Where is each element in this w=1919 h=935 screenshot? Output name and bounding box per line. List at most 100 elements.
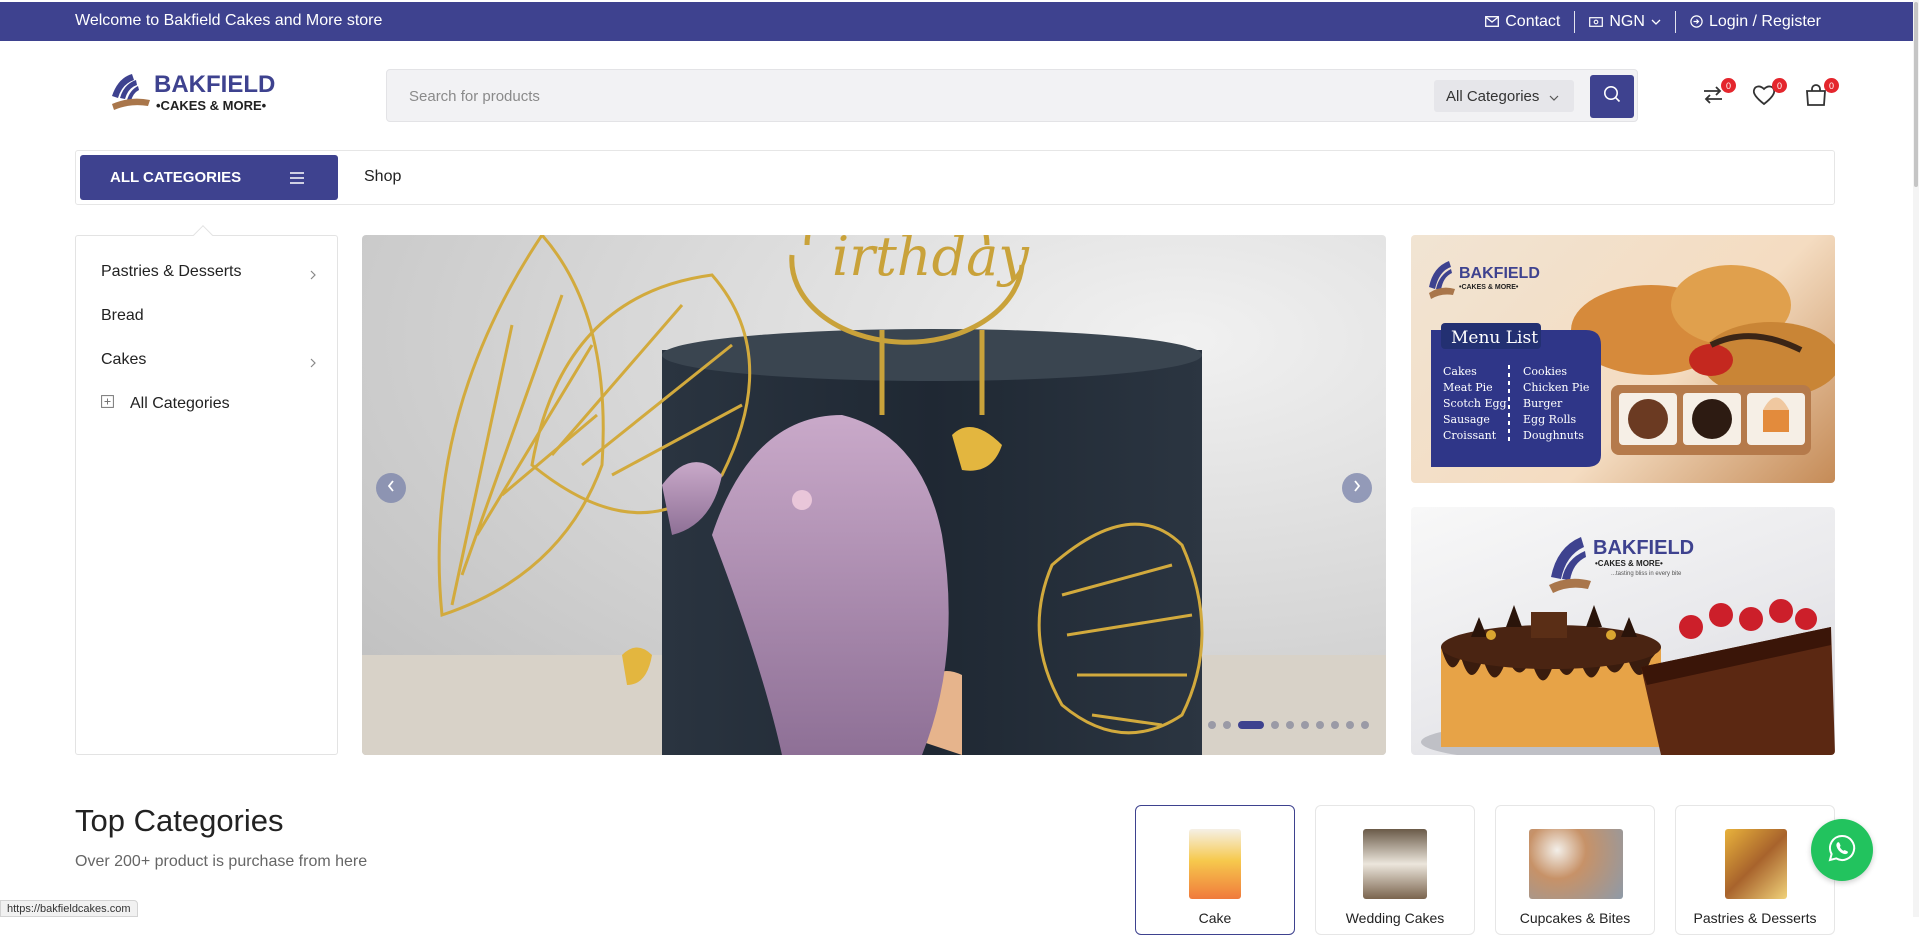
cart-count-badge: 0: [1824, 78, 1839, 93]
chevron-right-icon: [310, 267, 316, 285]
login-register-link[interactable]: Login / Register: [1676, 13, 1835, 31]
sidebar-item-cakes[interactable]: Cakes: [101, 351, 316, 369]
nav-link-shop[interactable]: Shop: [364, 168, 401, 186]
svg-text:•CAKES & MORE•: •CAKES & MORE•: [156, 98, 267, 113]
slider-dot[interactable]: [1361, 721, 1369, 729]
svg-text:Menu List: Menu List: [1451, 328, 1538, 348]
compare-count-badge: 0: [1721, 78, 1736, 93]
sidebar-item-label: Bread: [101, 307, 144, 324]
sidebar-item-pastries-desserts[interactable]: Pastries & Desserts: [101, 263, 316, 281]
category-dropdown-label: All Categories: [1446, 87, 1540, 105]
category-card-label: Cake: [1198, 910, 1232, 926]
heart-icon: [1751, 85, 1777, 112]
svg-text:Doughnuts: Doughnuts: [1523, 429, 1584, 442]
wishlist-button[interactable]: 0: [1751, 78, 1787, 112]
status-bar-url: https://bakfieldcakes.com: [0, 900, 138, 917]
category-card-pastries-desserts[interactable]: Pastries & Desserts: [1675, 805, 1835, 935]
category-thumbnail: [1725, 829, 1787, 899]
slider-dot[interactable]: [1316, 721, 1324, 729]
slider-dot[interactable]: [1286, 721, 1294, 729]
wishlist-count-badge: 0: [1772, 78, 1787, 93]
svg-text:•CAKES & MORE•: •CAKES & MORE•: [1595, 559, 1663, 568]
search-bar: All Categories: [386, 69, 1638, 122]
contact-link[interactable]: Contact: [1471, 13, 1574, 31]
svg-text:...tasting bliss in every bite: ...tasting bliss in every bite: [1611, 571, 1682, 577]
all-categories-label: ALL CATEGORIES: [110, 169, 242, 186]
contact-label: Contact: [1505, 12, 1561, 30]
top-categories-subtitle: Over 200+ product is purchase from here: [75, 853, 368, 870]
dropdown-caret: [193, 225, 213, 245]
svg-text:Burger: Burger: [1523, 397, 1563, 410]
slider-dot[interactable]: [1238, 721, 1264, 729]
svg-text:Sausage: Sausage: [1443, 413, 1490, 426]
compare-icon: [1700, 86, 1726, 112]
category-thumbnail: [1363, 829, 1427, 899]
svg-text:BAKFIELD: BAKFIELD: [1459, 265, 1540, 282]
slider-next-button[interactable]: [1342, 473, 1372, 503]
top-bar: Welcome to Bakfield Cakes and More store…: [0, 2, 1913, 41]
mail-icon: [1485, 16, 1500, 27]
top-bar-links: Contact NGN Login / Register: [1471, 2, 1835, 41]
login-icon: [1690, 15, 1703, 28]
category-card-label: Pastries & Desserts: [1693, 910, 1817, 926]
svg-text:BAKFIELD: BAKFIELD: [1593, 537, 1694, 559]
category-sidebar: Pastries & Desserts Bread Cakes All Cate…: [75, 225, 338, 755]
cakes-banner-image: BAKFIELD •CAKES & MORE• ...tasting bliss…: [1421, 537, 1835, 755]
hero-slide-image: irthday: [362, 235, 1386, 755]
slider-dot[interactable]: [1271, 721, 1279, 729]
whatsapp-icon: [1827, 833, 1857, 868]
category-card-label: Cupcakes & Bites: [1519, 910, 1631, 926]
whatsapp-chat-button[interactable]: [1811, 819, 1873, 881]
login-label: Login / Register: [1708, 12, 1821, 30]
chevron-left-icon: [387, 479, 395, 497]
chevron-right-icon: [1353, 479, 1361, 497]
slider-dot[interactable]: [1223, 721, 1231, 729]
search-input[interactable]: [407, 84, 1407, 108]
sidebar-item-label: All Categories: [130, 395, 230, 412]
slider-dot[interactable]: [1208, 721, 1216, 729]
currency-label: NGN: [1609, 12, 1645, 30]
currency-selector[interactable]: NGN: [1575, 13, 1675, 31]
site-logo[interactable]: BAKFIELD •CAKES & MORE•: [110, 70, 295, 118]
svg-text:Chicken Pie: Chicken Pie: [1523, 381, 1589, 394]
svg-text:Croissant: Croissant: [1443, 429, 1497, 442]
slider-dot[interactable]: [1331, 721, 1339, 729]
svg-text:Egg Rolls: Egg Rolls: [1523, 413, 1577, 426]
page-scrollbar[interactable]: [1913, 0, 1919, 917]
slider-pagination: [1208, 721, 1369, 729]
category-card-cupcakes-bites[interactable]: Cupcakes & Bites: [1495, 805, 1655, 935]
category-card-label: Wedding Cakes: [1345, 910, 1445, 926]
svg-text:irthday: irthday: [832, 235, 1030, 288]
svg-text:•CAKES & MORE•: •CAKES & MORE•: [1459, 284, 1519, 291]
sidebar-item-label: Pastries & Desserts: [101, 263, 242, 280]
main-navigation: ALL CATEGORIES Shop: [75, 150, 1835, 205]
svg-text:Cakes: Cakes: [1443, 365, 1477, 378]
top-categories-title: Top Categories: [75, 803, 284, 838]
chevron-down-icon: [1549, 88, 1559, 105]
scrollbar-thumb[interactable]: [1914, 2, 1918, 187]
category-thumbnail: [1189, 829, 1241, 899]
compare-button[interactable]: 0: [1700, 78, 1736, 112]
welcome-message: Welcome to Bakfield Cakes and More store: [75, 12, 383, 29]
menu-list-banner[interactable]: BAKFIELD •CAKES & MORE• Menu List Cakes …: [1411, 235, 1835, 483]
sidebar-item-bread[interactable]: Bread: [101, 307, 316, 325]
category-dropdown[interactable]: All Categories: [1434, 80, 1574, 112]
search-button[interactable]: [1590, 75, 1634, 118]
svg-text:Scotch Egg: Scotch Egg: [1443, 397, 1507, 410]
category-thumbnail: [1529, 829, 1623, 899]
slider-prev-button[interactable]: [376, 473, 406, 503]
slider-dot[interactable]: [1346, 721, 1354, 729]
category-card-cake[interactable]: Cake: [1135, 805, 1295, 935]
svg-text:Cookies: Cookies: [1523, 365, 1567, 378]
shopping-bag-icon: [1803, 84, 1829, 112]
cakes-banner[interactable]: BAKFIELD •CAKES & MORE• ...tasting bliss…: [1411, 507, 1835, 755]
slider-dot[interactable]: [1301, 721, 1309, 729]
hero-slider[interactable]: irthday: [362, 235, 1386, 755]
sidebar-item-all-categories[interactable]: All Categories: [101, 395, 316, 413]
svg-text:BAKFIELD: BAKFIELD: [154, 71, 275, 98]
all-categories-button[interactable]: ALL CATEGORIES: [80, 155, 338, 200]
plus-square-icon: [101, 395, 114, 413]
cart-button[interactable]: 0: [1803, 78, 1839, 112]
category-card-wedding-cakes[interactable]: Wedding Cakes: [1315, 805, 1475, 935]
chevron-right-icon: [310, 355, 316, 373]
